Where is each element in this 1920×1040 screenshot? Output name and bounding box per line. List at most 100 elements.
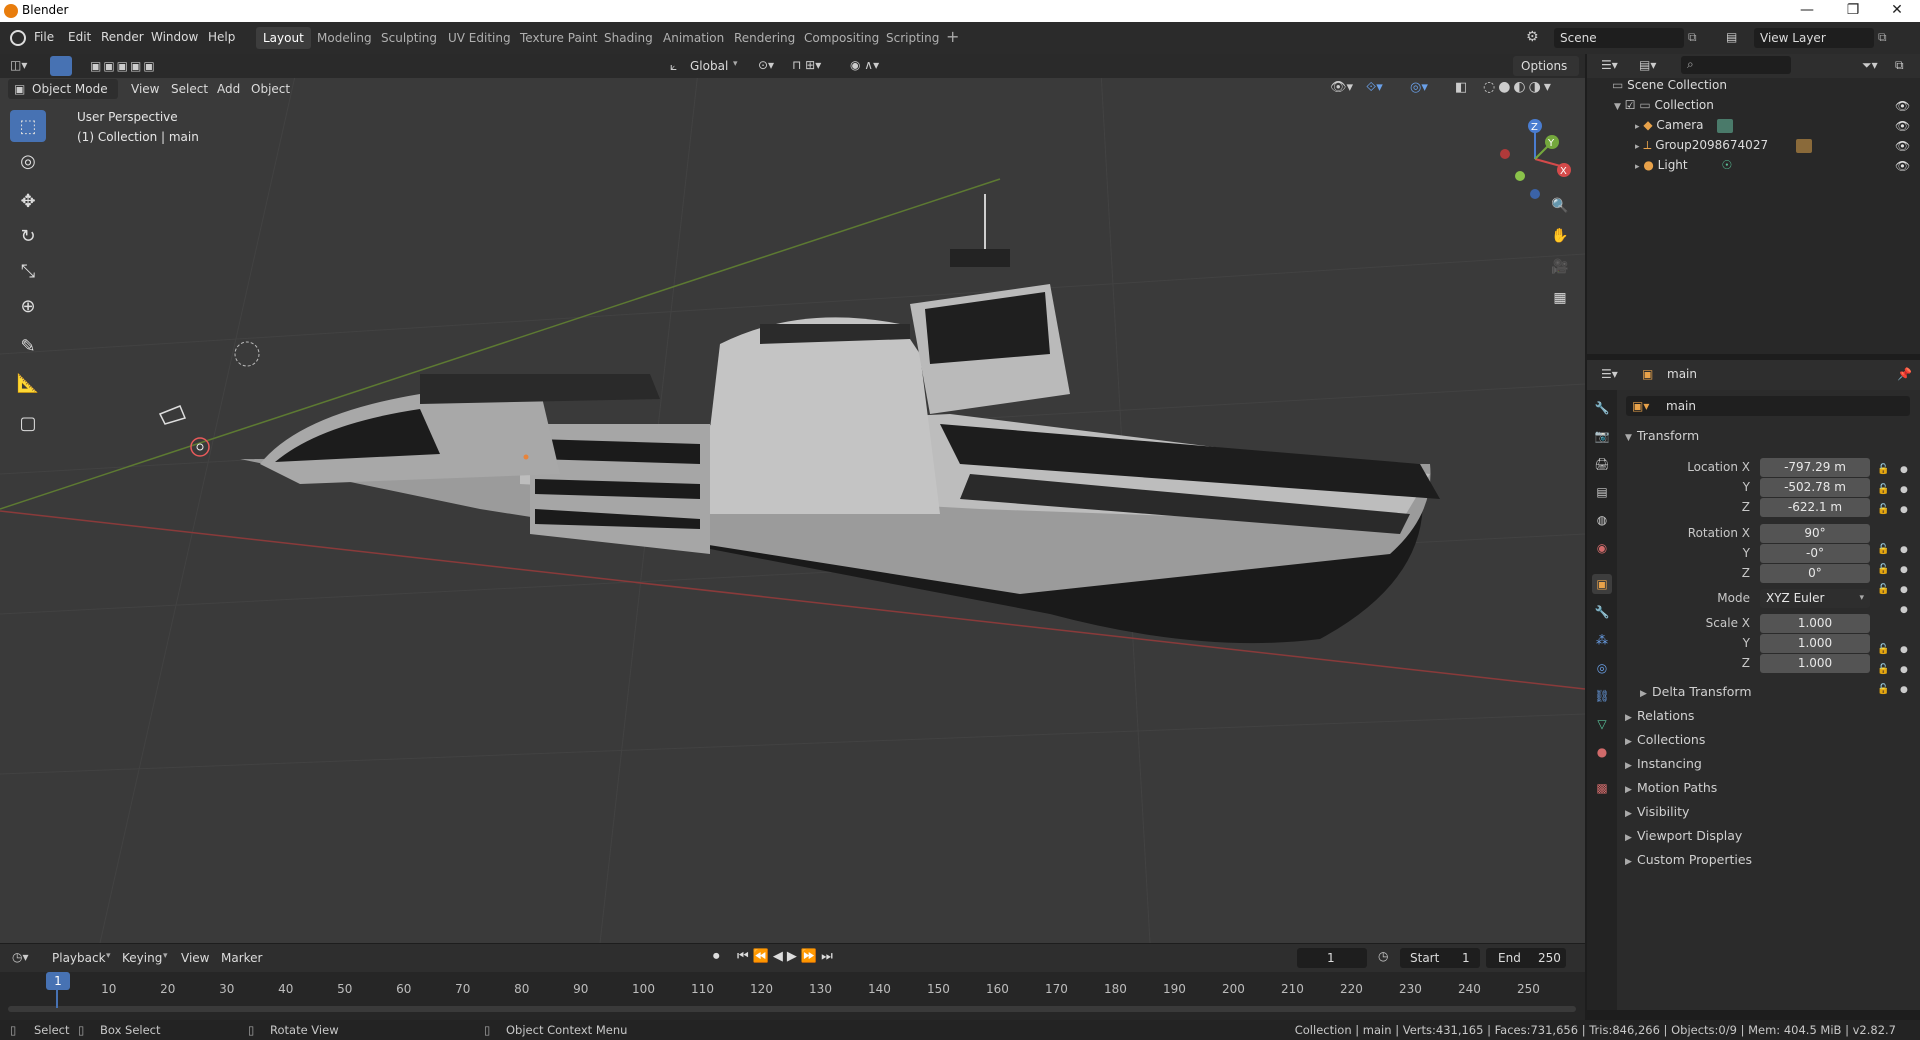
output-tab-icon[interactable]: 🖨	[1592, 454, 1612, 474]
location-z-field[interactable]: -622.1 m	[1760, 498, 1870, 517]
start-frame-field[interactable]: Start 1	[1400, 948, 1480, 968]
rotation-x-field[interactable]: 90°	[1760, 524, 1870, 543]
view-layer-icon[interactable]: ▤	[1726, 30, 1737, 44]
object-name-field[interactable]: ▣▾ main	[1626, 396, 1910, 416]
scene-icon[interactable]: ⚙	[1526, 29, 1539, 45]
cursor-tool-icon[interactable]: ◎	[10, 145, 46, 177]
timeline-menu-playback[interactable]: Playback	[52, 951, 106, 965]
tab-texture-paint[interactable]: Texture Paint	[513, 27, 604, 49]
timeline-menu-view[interactable]: View	[181, 951, 209, 965]
outliner-item-group[interactable]: ▸ ⟂ Group2098674027	[1635, 138, 1812, 158]
scale-z-field[interactable]: 1.000	[1760, 654, 1870, 673]
select-box-tool-icon[interactable]: ⬚	[10, 110, 46, 142]
outliner-item-camera[interactable]: ▸ ◆ Camera	[1635, 118, 1734, 138]
viewport-menu-view[interactable]: View	[131, 82, 159, 96]
outliner-item-light[interactable]: ▸ ● Light ☉	[1635, 158, 1732, 178]
timeline-body[interactable]	[0, 972, 1585, 1024]
viewport-menu-object[interactable]: Object	[251, 82, 290, 96]
overlay-toggle-icon[interactable]: ◎▾	[1410, 80, 1428, 95]
visibility-icon[interactable]: 👁▾	[1330, 80, 1353, 95]
tab-scripting[interactable]: Scripting	[879, 27, 946, 49]
mode-dropdown[interactable]: ▣ Object Mode	[8, 79, 118, 99]
3d-viewport[interactable]: Z X Y	[0, 54, 1585, 943]
physics-tab-icon[interactable]: ◎	[1592, 658, 1612, 678]
rotation-z-field[interactable]: 0°	[1760, 564, 1870, 583]
lock-icons[interactable]: 🔓 🔓 🔓 🔓 🔓 🔓 🔓 🔓 🔓	[1877, 460, 1889, 700]
material-tab-icon[interactable]: ●	[1592, 742, 1612, 762]
scale-tool-icon[interactable]: ⤡	[10, 255, 46, 287]
tool-tab-icon[interactable]: 🔧	[1592, 398, 1612, 418]
tab-modeling[interactable]: Modeling	[310, 27, 379, 49]
rotation-mode-dropdown[interactable]: XYZ Euler ▾	[1760, 589, 1870, 608]
expand-arrow-icon[interactable]: ▼	[1614, 102, 1621, 112]
scene-tab-icon[interactable]: ◍	[1592, 510, 1612, 530]
camera-view-icon[interactable]: 🎥	[1547, 254, 1573, 280]
annotate-tool-icon[interactable]: ✎	[10, 330, 46, 362]
keyframe-dots[interactable]: ● ● ● ● ● ● ● ● ● ●	[1900, 460, 1908, 700]
menu-render[interactable]: Render	[101, 30, 144, 44]
viewport-menu-add[interactable]: Add	[217, 82, 240, 96]
record-icon[interactable]: ⏺	[713, 949, 720, 964]
snap-icon[interactable]: ⊓ ⊞▾	[792, 58, 821, 72]
properties-editor-icon[interactable]: ☰▾	[1601, 367, 1618, 381]
rotate-tool-icon[interactable]: ↻	[10, 220, 46, 252]
collections-section[interactable]: ▶ Collections	[1625, 732, 1705, 747]
ortho-grid-icon[interactable]: ▦	[1547, 285, 1573, 311]
end-frame-field[interactable]: End 250	[1486, 948, 1566, 968]
menu-window[interactable]: Window	[151, 30, 198, 44]
location-y-field[interactable]: -502.78 m	[1760, 478, 1870, 497]
tab-rendering[interactable]: Rendering	[727, 27, 802, 49]
outliner-collection[interactable]: ▼ ☑ ▭ Collection	[1614, 98, 1714, 118]
close-button[interactable]: ✕	[1874, 0, 1920, 22]
visibility-eye-icon[interactable]: 👁	[1895, 99, 1910, 113]
minimize-button[interactable]: —	[1784, 0, 1830, 22]
view-layer-tab-icon[interactable]: ▤	[1592, 482, 1612, 502]
new-collection-icon[interactable]: ⧉	[1895, 58, 1904, 73]
relations-section[interactable]: ▶ Relations	[1625, 708, 1694, 723]
pin-icon[interactable]: 📌	[1897, 367, 1912, 381]
tab-sculpting[interactable]: Sculpting	[374, 27, 444, 49]
playback-controls-icons[interactable]: ⏮⏪◀▶⏩⏭	[737, 949, 837, 964]
add-cube-tool-icon[interactable]: ▢	[10, 407, 46, 439]
outliner-editor-icon[interactable]: ☰▾	[1601, 58, 1618, 72]
visibility-eye-icon[interactable]: 👁	[1895, 159, 1910, 173]
new-view-layer-icon[interactable]: ⧉	[1878, 30, 1887, 45]
delta-transform-section[interactable]: ▶ Delta Transform	[1640, 684, 1752, 699]
rotation-y-field[interactable]: -0°	[1760, 544, 1870, 563]
navigation-gizmo[interactable]: Z X Y	[1490, 114, 1580, 204]
visibility-eye-icon[interactable]: 👁	[1895, 139, 1910, 153]
viewport-display-section[interactable]: ▶ Viewport Display	[1625, 828, 1742, 843]
timeline-editor-icon[interactable]: ◷▾	[12, 950, 29, 964]
transform-tool-icon[interactable]: ⊕	[10, 290, 46, 322]
tab-layout[interactable]: Layout	[256, 27, 311, 49]
viewport-menu-select[interactable]: Select	[171, 82, 208, 96]
visibility-section[interactable]: ▶ Visibility	[1625, 804, 1689, 819]
outliner-scene-collection[interactable]: ▭ Scene Collection	[1612, 78, 1727, 98]
filter-icon[interactable]: ⏷▾	[1862, 58, 1878, 73]
tab-animation[interactable]: Animation	[656, 27, 731, 49]
proportional-edit-icon[interactable]: ◉ ∧▾	[850, 58, 879, 72]
constraints-tab-icon[interactable]: ⛓	[1592, 686, 1612, 706]
timeline-menu-marker[interactable]: Marker	[221, 951, 262, 965]
outliner-search-input[interactable]: ⌕	[1681, 56, 1791, 74]
selection-mode-icons[interactable]: ▣▣▣▣▣	[90, 59, 157, 73]
menu-file[interactable]: File	[34, 30, 54, 44]
playhead-frame-label[interactable]: 1	[46, 972, 70, 990]
options-dropdown[interactable]: Options	[1513, 56, 1579, 76]
editor-type-icon[interactable]: ◫▾	[10, 58, 27, 72]
object-tab-icon[interactable]: ▣	[1592, 574, 1612, 594]
visibility-eye-icon[interactable]: 👁	[1895, 119, 1910, 133]
render-tab-icon[interactable]: 📷	[1592, 426, 1612, 446]
new-scene-icon[interactable]: ⧉	[1688, 30, 1697, 45]
tab-shading[interactable]: Shading	[597, 27, 660, 49]
menu-edit[interactable]: Edit	[68, 30, 91, 44]
pivot-icon[interactable]: ⊙▾	[758, 58, 774, 72]
particles-tab-icon[interactable]: ⁂	[1592, 630, 1612, 650]
instancing-section[interactable]: ▶ Instancing	[1625, 756, 1702, 771]
view-layer-field[interactable]: View Layer	[1754, 28, 1874, 48]
gizmo-toggle-icon[interactable]: ⟐▾	[1366, 80, 1383, 95]
measure-tool-icon[interactable]: 📐	[10, 367, 46, 399]
move-tool-icon[interactable]: ✥	[10, 185, 46, 217]
menu-help[interactable]: Help	[208, 30, 235, 44]
pan-hand-icon[interactable]: ✋	[1547, 223, 1573, 249]
